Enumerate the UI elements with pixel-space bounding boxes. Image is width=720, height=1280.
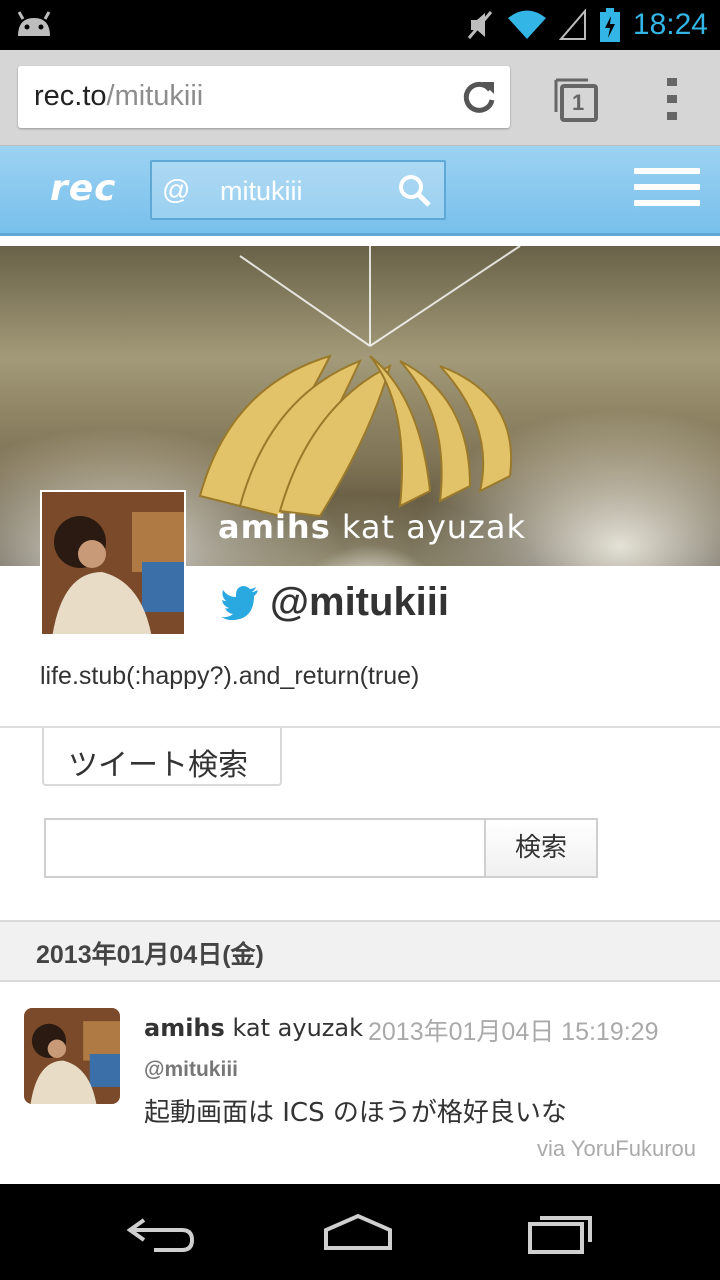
android-icon [17,11,51,36]
recent-apps-icon[interactable] [526,1210,598,1254]
url-path: /mitukiii [106,80,204,112]
tabs-icon[interactable]: 1 [552,74,600,124]
status-bar: 18:24 [0,0,720,50]
hamburger-menu-icon[interactable] [634,168,700,214]
profile-handle[interactable]: @mitukiii [270,580,449,625]
system-nav-bar [0,1184,720,1280]
browser-toolbar: rec.to/mitukiii 1 [0,50,720,146]
tweet-source: via YoruFukurou [537,1136,696,1161]
date-header: 2013年01月04日(金) [0,920,720,982]
tweet-search-button[interactable]: 検索 [484,818,598,878]
tweet-text: 起動画面は ICS のほうが格好良いな [144,1098,567,1128]
user-search-box[interactable]: @ mitukiii [150,160,446,220]
user-search-input[interactable]: mitukiii [220,176,303,207]
battery-charging-icon [599,8,620,42]
site-header: rec @ mitukiii [0,146,720,236]
profile-bio: life.stub(:happy?).and_return(true) [40,662,420,690]
tab-tweet-search[interactable]: ツイート検索 [42,728,282,786]
wifi-icon [507,10,546,39]
url-domain: rec.to [34,80,107,112]
tweet-author-name[interactable]: amihs kat ayuzak [144,1014,363,1042]
home-icon[interactable] [322,1210,394,1254]
back-icon[interactable] [124,1210,196,1254]
tweet-author-handle[interactable]: @mitukiii [144,1058,238,1082]
at-sign: @ [162,174,191,205]
overflow-menu-icon[interactable] [660,76,684,122]
tab-count: 1 [572,90,585,115]
tweet-timestamp[interactable]: 2013年01月04日 15:19:29 [368,1012,659,1048]
banner-display-name: amihs kat ayuzak [218,508,526,546]
site-logo[interactable]: rec [50,168,117,209]
profile-avatar [40,490,186,636]
tweet-avatar[interactable] [24,1008,120,1104]
tab-tweet-search-label: ツイート検索 [68,748,248,783]
mute-icon [467,11,493,39]
status-time: 18:24 [632,8,708,41]
tweet-search-input[interactable] [44,818,486,878]
signal-icon [558,9,586,40]
profile-handle-row: @mitukiii [220,580,449,625]
twitter-bird-icon [221,585,258,620]
date-label: 2013年01月04日(金) [36,941,264,969]
reload-icon[interactable] [460,78,498,116]
search-icon[interactable] [398,174,432,208]
url-bar[interactable]: rec.to/mitukiii [18,66,510,128]
